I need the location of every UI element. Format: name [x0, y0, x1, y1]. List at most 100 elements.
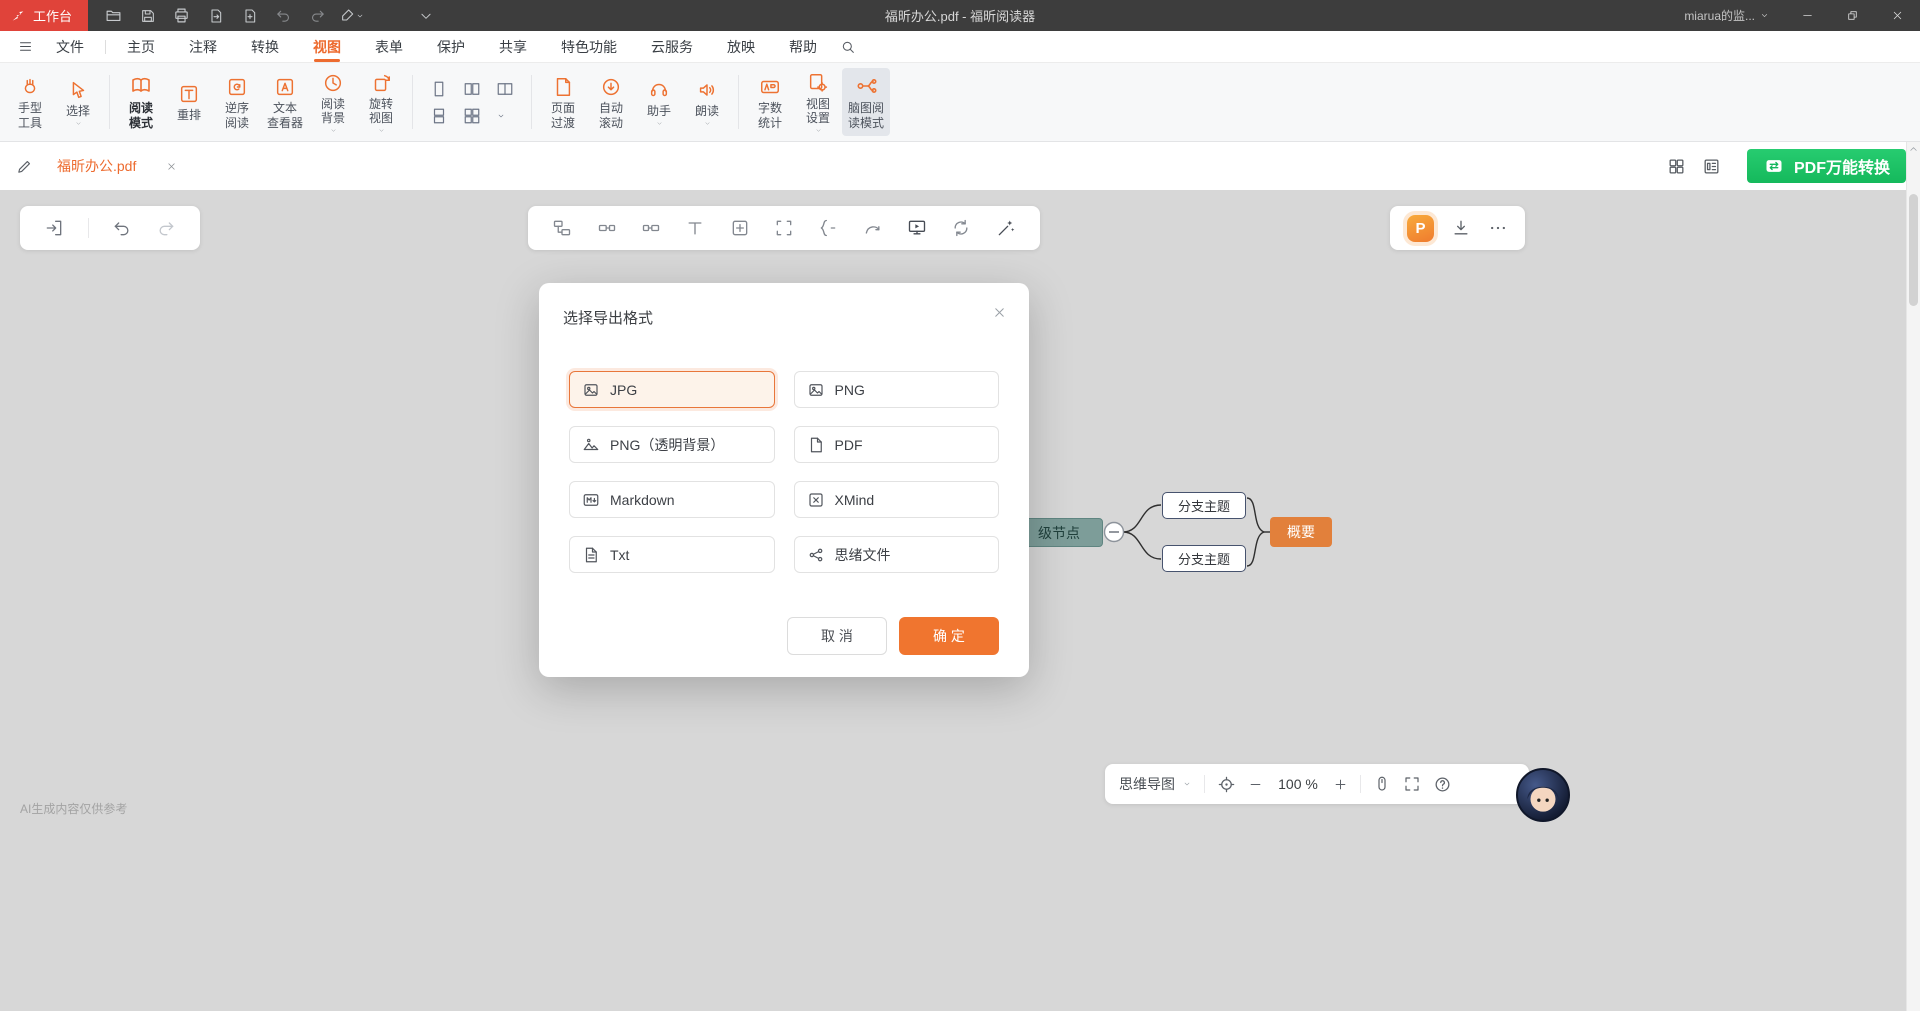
search-button[interactable] [840, 39, 856, 55]
ribbon-text-viewer[interactable]: 文本 查看器 [261, 68, 309, 136]
hamburger-button[interactable] [18, 39, 33, 54]
print-button[interactable] [168, 4, 195, 28]
menu-item-features[interactable]: 特色功能 [544, 31, 634, 63]
menu-item-protect[interactable]: 保护 [420, 31, 482, 63]
page-list-button[interactable] [1702, 157, 1721, 176]
thumbnail-view-button[interactable] [1667, 157, 1686, 176]
menu-item-view[interactable]: 视图 [296, 31, 358, 63]
ribbon-separator [412, 75, 413, 129]
user-avatar[interactable] [1516, 768, 1570, 822]
app-window: 工作台 福昕办公.pdf - 福昕阅读器 miarua的监... [0, 0, 1920, 1011]
collapse-ribbon-button[interactable] [412, 4, 439, 28]
add-parent-node-button[interactable] [641, 218, 661, 238]
ribbon-select-tool[interactable]: 选择 [54, 68, 102, 136]
menu-item-present[interactable]: 放映 [710, 31, 772, 63]
create-pdf-button[interactable] [236, 4, 263, 28]
continuous-view-button[interactable] [430, 107, 448, 125]
help-button[interactable] [1433, 775, 1452, 794]
menu-item-help[interactable]: 帮助 [772, 31, 834, 63]
ai-beautify-button[interactable] [996, 218, 1016, 238]
close-button[interactable] [1875, 0, 1920, 31]
workbench-button[interactable]: 工作台 [0, 0, 88, 31]
add-child-node-button[interactable] [597, 218, 617, 238]
save-button[interactable] [134, 4, 161, 28]
restore-button[interactable] [1830, 0, 1875, 31]
ribbon-mindmap-read-mode[interactable]: 脑图阅 读模式 [842, 68, 890, 136]
markdown-icon [582, 491, 600, 509]
document-tab[interactable]: 福昕办公.pdf [47, 142, 187, 190]
ribbon-reverse-read[interactable]: 逆序 阅读 [213, 68, 261, 136]
format-xmind[interactable]: XMind [794, 481, 1000, 518]
book-view-button[interactable] [496, 80, 514, 98]
scrollbar-thumb[interactable] [1909, 194, 1918, 306]
menu-item-convert[interactable]: 转换 [234, 31, 296, 63]
export-pdf-button[interactable] [202, 4, 229, 28]
account-menu[interactable]: miarua的监... [1684, 7, 1769, 24]
ribbon-read-mode[interactable]: 阅读 模式 [117, 68, 165, 136]
cancel-button[interactable]: 取 消 [787, 617, 887, 655]
mindmap-summary-node[interactable]: 概要 [1270, 517, 1332, 547]
vertical-scrollbar[interactable] [1906, 142, 1920, 1011]
relayout-button[interactable] [951, 218, 971, 238]
more-button[interactable] [1488, 218, 1508, 238]
insert-topic-button[interactable] [730, 218, 750, 238]
undo-button[interactable] [270, 4, 297, 28]
page-mode-dropdown[interactable] [496, 112, 506, 120]
mindmap-mode-select[interactable]: 思维导图 [1119, 774, 1192, 794]
pen-tool-button[interactable] [338, 4, 365, 28]
minimize-button[interactable] [1785, 0, 1830, 31]
summary-button[interactable] [818, 218, 838, 238]
menu-item-form[interactable]: 表单 [358, 31, 420, 63]
ribbon-rotate-view[interactable]: 旋转 视图 [357, 68, 405, 136]
menu-item-comment[interactable]: 注释 [172, 31, 234, 63]
ribbon-read-aloud[interactable]: 朗读 [683, 68, 731, 136]
mindmap-undo-button[interactable] [112, 218, 132, 238]
grid-view-button[interactable] [463, 107, 481, 125]
menu-item-file[interactable]: 文件 [39, 31, 101, 63]
format-markdown[interactable]: Markdown [569, 481, 775, 518]
mindmap-branch-node[interactable]: 分支主题 [1162, 492, 1246, 519]
ribbon-word-count[interactable]: 字数 统计 [746, 68, 794, 136]
mouse-mode-button[interactable] [1373, 775, 1391, 793]
zoom-out-button[interactable] [1248, 777, 1263, 792]
format-pdf[interactable]: PDF [794, 426, 1000, 463]
format-txt[interactable]: Txt [569, 536, 775, 573]
menu-item-share[interactable]: 共享 [482, 31, 544, 63]
format-jpg[interactable]: JPG [569, 371, 775, 408]
mindmap-redo-button[interactable] [156, 218, 176, 238]
ribbon-read-background[interactable]: 阅读 背景 [309, 68, 357, 136]
relation-line-button[interactable] [863, 218, 883, 238]
app-logo[interactable]: P [1407, 215, 1434, 242]
pdf-convert-button[interactable]: PDF万能转换 [1747, 149, 1906, 183]
download-button[interactable] [1451, 218, 1471, 238]
ribbon-auto-scroll[interactable]: 自动 滚动 [587, 68, 635, 136]
exit-mindmap-button[interactable] [44, 218, 64, 238]
ribbon-hand-tool[interactable]: 手型 工具 [6, 68, 54, 136]
add-sibling-node-button[interactable] [552, 218, 572, 238]
single-page-button[interactable] [430, 80, 448, 98]
ribbon-view-settings[interactable]: 视图 设置 [794, 68, 842, 136]
mindmap-branch-node[interactable]: 分支主题 [1162, 545, 1246, 572]
text-style-button[interactable] [685, 218, 705, 238]
frame-button[interactable] [774, 218, 794, 238]
format-png[interactable]: PNG [794, 371, 1000, 408]
tab-close-button[interactable] [166, 161, 177, 172]
zoom-in-button[interactable] [1333, 777, 1348, 792]
ribbon-reflow[interactable]: 重排 [165, 68, 213, 136]
scroll-up-arrow[interactable] [1908, 144, 1919, 155]
locate-button[interactable] [1217, 775, 1236, 794]
annotate-button[interactable] [16, 158, 33, 175]
fullscreen-button[interactable] [1403, 775, 1421, 793]
confirm-button[interactable]: 确 定 [899, 617, 999, 655]
dialog-close-button[interactable] [988, 301, 1011, 324]
redo-button[interactable] [304, 4, 331, 28]
menu-item-home[interactable]: 主页 [110, 31, 172, 63]
format-mind-file[interactable]: 思绪文件 [794, 536, 1000, 573]
facing-pages-button[interactable] [463, 80, 481, 98]
ribbon-page-transition[interactable]: 页面 过渡 [539, 68, 587, 136]
presentation-button[interactable] [907, 218, 927, 238]
format-png-transparent[interactable]: PNG（透明背景） [569, 426, 775, 463]
open-file-button[interactable] [100, 4, 127, 28]
menu-item-cloud[interactable]: 云服务 [634, 31, 710, 63]
ribbon-assistant[interactable]: 助手 [635, 68, 683, 136]
